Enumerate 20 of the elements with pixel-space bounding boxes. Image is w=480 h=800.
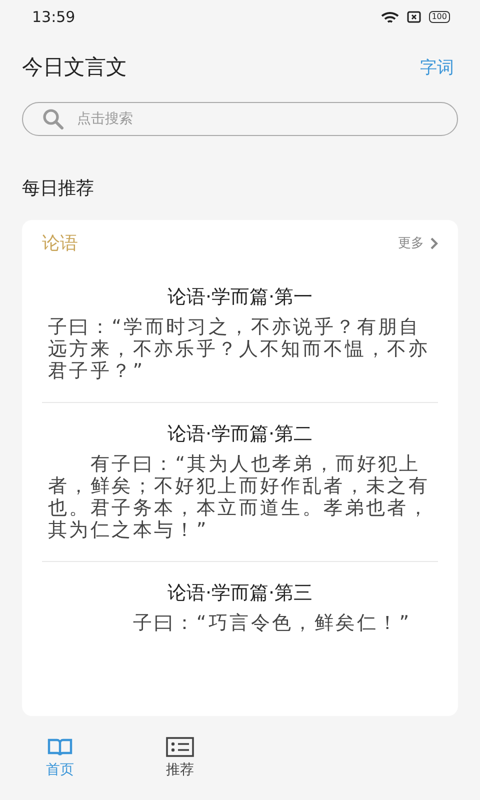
- sim-icon: [406, 11, 421, 23]
- passage-text: 子曰：“巧言令色，鲜矣仁！”: [132, 612, 412, 634]
- chevron-icon: [430, 236, 438, 250]
- passage-title[interactable]: 论语·学而篇·第一: [48, 284, 432, 310]
- wifi-icon: [380, 10, 399, 24]
- list-icon: [166, 737, 194, 757]
- more-link[interactable]: 更多: [398, 234, 438, 252]
- search-field[interactable]: 点击搜索: [22, 102, 458, 136]
- category-label: 论语: [42, 232, 78, 255]
- passage-title[interactable]: 论语·学而篇·第二: [48, 421, 432, 447]
- passage-text: 子曰：“学而时习之，不亦说乎？有朋自远方来，不亦乐乎？人不知而不愠，不亦君子乎？”: [48, 316, 431, 382]
- app-title: 今日文言文: [22, 54, 127, 81]
- battery-level: 100: [428, 11, 450, 23]
- nav-tab[interactable]: 推荐: [166, 737, 194, 779]
- passage-title[interactable]: 论语·学而篇·第三: [48, 580, 432, 606]
- section-title: 每日推荐: [22, 177, 95, 200]
- book-icon: [47, 737, 73, 757]
- status-time: 13:59: [32, 8, 76, 26]
- passage-text: 有子曰：“其为人也孝弟，而好犯上者，鲜矣；不好犯上而好作乱者，未之有也。君子务本，本立而道生。孝弟也者，其为仁之本与！”: [48, 453, 431, 541]
- search-icon: [42, 108, 64, 130]
